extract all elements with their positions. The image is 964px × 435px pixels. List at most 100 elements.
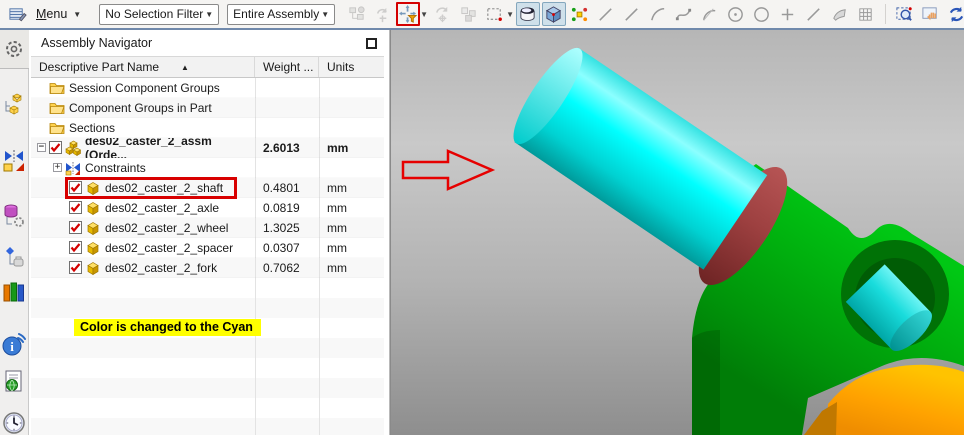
3d-scene	[390, 30, 964, 435]
row-weight: 0.0307	[263, 240, 300, 255]
panel-title: Assembly Navigator	[41, 36, 153, 50]
dropdown-caret-icon[interactable]: ▼	[506, 10, 514, 19]
constraint-navigator-icon[interactable]	[1, 149, 27, 173]
tree-row[interactable]: − des02_caster_2_assm (Orde... 2.6013 mm	[31, 138, 384, 158]
shaded-icon[interactable]	[541, 2, 566, 26]
column-header-weight[interactable]: Weight ...	[255, 57, 319, 77]
row-weight: 1.3025	[263, 220, 300, 235]
column-header-name[interactable]: Descriptive Part Name ▲	[31, 57, 255, 77]
shaded-with-edges-icon[interactable]	[515, 2, 540, 26]
component-checkbox[interactable]	[69, 241, 82, 254]
rectangle-select-icon[interactable]	[482, 2, 506, 26]
history-clock-icon[interactable]	[1, 411, 27, 435]
line-icon[interactable]	[802, 2, 826, 26]
row-weight: 0.0819	[263, 200, 300, 215]
point-plus-icon[interactable]	[776, 2, 800, 26]
row-label: Sections	[69, 120, 116, 135]
web-page-icon[interactable]	[1, 369, 27, 393]
library-books-icon[interactable]	[1, 279, 27, 303]
internet-info-icon[interactable]: i	[1, 333, 27, 357]
part-icon	[85, 260, 101, 276]
part-icon	[85, 200, 101, 216]
component-checkbox[interactable]	[69, 261, 82, 274]
tree-row[interactable]: des02_caster_2_axle 0.0819 mm	[31, 198, 384, 218]
row-name-cell: des02_caster_2_spacer	[31, 238, 255, 258]
tree-row[interactable]: + Constraints	[31, 158, 384, 178]
component-checkbox[interactable]	[69, 201, 82, 214]
undock-panel-button[interactable]	[366, 37, 377, 49]
window-menu-icon[interactable]	[5, 2, 29, 26]
row-name-cell: + Constraints	[31, 158, 255, 178]
tree-row[interactable]: Session Component Groups	[31, 78, 384, 98]
part-icon	[85, 240, 101, 256]
component-checkbox[interactable]	[49, 141, 62, 154]
row-label: des02_caster_2_shaft	[105, 180, 224, 195]
tree-row[interactable]: des02_caster_2_wheel 1.3025 mm	[31, 218, 384, 238]
circle-icon[interactable]	[750, 2, 774, 26]
row-units: mm	[327, 240, 347, 255]
row-label: des02_caster_2_fork	[105, 260, 218, 275]
row-name-cell: des02_caster_2_wheel	[31, 218, 255, 238]
line-icon[interactable]	[594, 2, 618, 26]
dropdown-caret-icon[interactable]: ▼	[420, 10, 428, 19]
zoom-window-icon[interactable]	[893, 2, 917, 26]
annotation-note: Color is changed to the Cyan	[74, 319, 261, 336]
tree-row[interactable]: Component Groups in Part	[31, 98, 384, 118]
selection-filter-value: No Selection Filter	[105, 7, 204, 21]
pattern-component-icon	[456, 2, 480, 26]
row-name-cell: − des02_caster_2_assm (Orde...	[31, 138, 255, 158]
selection-scope-dropdown[interactable]: Entire Assembly ▼	[227, 3, 336, 25]
folder-icon	[49, 80, 65, 96]
row-label: des02_caster_2_axle	[105, 200, 220, 215]
row-label: des02_caster_2_wheel	[105, 220, 229, 235]
tree-rows: Session Component Groups Component Groups…	[31, 78, 384, 435]
column-header-units[interactable]: Units	[319, 57, 384, 77]
dropdown-caret-icon: ▼	[205, 9, 214, 19]
part-icon	[85, 220, 101, 236]
spline-icon[interactable]	[672, 2, 696, 26]
arc-icon[interactable]	[646, 2, 670, 26]
row-label: Constraints	[85, 160, 146, 175]
circle-center-icon[interactable]	[724, 2, 748, 26]
row-label: des02_caster_2_spacer	[105, 240, 234, 255]
menu-button[interactable]: Menu ▼	[30, 5, 87, 23]
part-navigator-icon[interactable]	[1, 203, 27, 227]
move-component-icon	[370, 2, 394, 26]
toolbar-separator	[884, 4, 886, 24]
row-name-cell: des02_caster_2_axle	[31, 198, 255, 218]
snap-point-icon[interactable]	[568, 2, 592, 26]
rotate-icon[interactable]	[945, 2, 964, 26]
tree-row[interactable]: des02_caster_2_fork 0.7062 mm	[31, 258, 384, 278]
row-name-cell: Session Component Groups	[31, 78, 255, 98]
grid-icon[interactable]	[854, 2, 878, 26]
row-label: Session Component Groups	[69, 80, 220, 95]
svg-text:i: i	[10, 339, 14, 354]
tree-row[interactable]: Sections	[31, 118, 384, 138]
selection-filter-dropdown[interactable]: No Selection Filter ▼	[99, 3, 220, 25]
row-weight: 0.4801	[263, 180, 300, 195]
constraints-icon	[65, 160, 81, 176]
component-checkbox[interactable]	[69, 221, 82, 234]
folder-icon	[49, 100, 65, 116]
reuse-library-icon[interactable]	[1, 245, 27, 269]
sheet-icon[interactable]	[828, 2, 852, 26]
row-units: mm	[327, 180, 347, 195]
tree-row[interactable]: des02_caster_2_spacer 0.0307 mm	[31, 238, 384, 258]
gear-icon[interactable]	[0, 30, 29, 69]
row-name-cell: des02_caster_2_fork	[31, 258, 255, 278]
graphics-viewport[interactable]	[390, 30, 964, 435]
assembly-navigator-icon[interactable]	[1, 93, 27, 117]
arc-fan-icon[interactable]	[698, 2, 722, 26]
line-icon[interactable]	[620, 2, 644, 26]
toolbar-icons: ▼ ▼	[343, 2, 964, 26]
assembly-navigator-panel: Assembly Navigator Descriptive Part Name…	[29, 30, 390, 435]
tree-row[interactable]: des02_caster_2_shaft 0.4801 mm	[31, 177, 384, 199]
row-name-cell: des02_caster_2_shaft	[31, 178, 255, 198]
row-label: des02_caster_2_assm (Orde...	[85, 137, 212, 158]
component-checkbox[interactable]	[69, 181, 82, 194]
expand-icon[interactable]: +	[53, 163, 62, 172]
pan-icon[interactable]	[919, 2, 943, 26]
row-units: mm	[327, 200, 347, 215]
selection-filter-icon[interactable]	[396, 2, 421, 26]
collapse-icon[interactable]: −	[37, 143, 46, 152]
